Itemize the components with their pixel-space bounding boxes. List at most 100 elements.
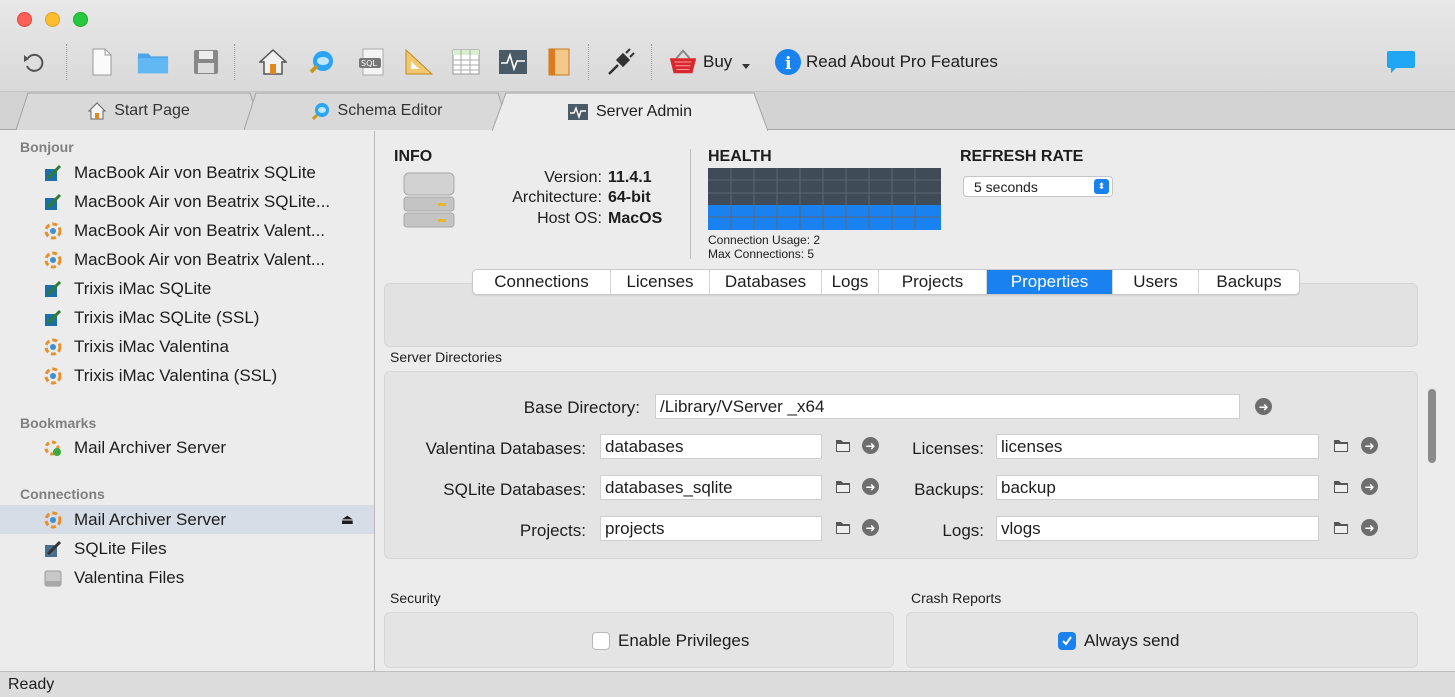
folder-icon[interactable] bbox=[835, 521, 851, 535]
subtab-logs[interactable]: Logs bbox=[822, 270, 879, 294]
enable-privileges-checkbox[interactable]: Enable Privileges bbox=[592, 631, 749, 651]
info-icon[interactable]: i bbox=[772, 44, 804, 80]
new-file-icon[interactable] bbox=[86, 44, 118, 80]
save-icon[interactable] bbox=[190, 44, 222, 80]
diagram-icon[interactable] bbox=[403, 44, 435, 80]
sidebar-item-bonjour[interactable]: Trixis iMac Valentina bbox=[0, 332, 374, 361]
go-arrow-icon[interactable]: ➜ bbox=[1255, 398, 1272, 415]
sidebar-item-label: Mail Archiver Server bbox=[74, 509, 227, 529]
subtab-properties[interactable]: Properties bbox=[987, 270, 1113, 294]
tab-schema-editor[interactable]: Schema Editor bbox=[244, 92, 510, 130]
enable-privileges-label: Enable Privileges bbox=[618, 631, 750, 650]
sidebar-item-bonjour[interactable]: Trixis iMac SQLite (SSL) bbox=[0, 303, 374, 332]
subtab-licenses[interactable]: Licenses bbox=[611, 270, 710, 294]
sidebar-item-label: MacBook Air von Beatrix Valent... bbox=[74, 249, 326, 269]
sidebar-section-connections: Connections bbox=[20, 486, 105, 502]
plug-icon[interactable] bbox=[605, 44, 637, 80]
server-admin-panel: INFO Version: 11.4.1 Architecture: 64-bi… bbox=[376, 131, 1455, 671]
subtab-users[interactable]: Users bbox=[1113, 270, 1199, 294]
valentina-icon bbox=[44, 338, 62, 356]
host-os-label: Host OS: bbox=[537, 210, 602, 227]
go-arrow-icon[interactable]: ➜ bbox=[1361, 478, 1378, 495]
home-icon[interactable] bbox=[257, 44, 289, 80]
sidebar-item-bonjour[interactable]: MacBook Air von Beatrix Valent... bbox=[0, 216, 374, 245]
scrollbar-thumb[interactable] bbox=[1428, 389, 1436, 463]
vertical-scrollbar[interactable] bbox=[1421, 327, 1441, 663]
valentina-icon bbox=[44, 222, 62, 240]
subtab-projects[interactable]: Projects bbox=[879, 270, 987, 294]
sidebar-section-bookmarks: Bookmarks bbox=[20, 415, 97, 431]
chevron-down-icon[interactable] bbox=[742, 64, 750, 69]
sidebar-item-label: MacBook Air von Beatrix SQLite bbox=[74, 162, 316, 182]
subtab-connections[interactable]: Connections bbox=[473, 270, 611, 294]
zoom-window-button[interactable] bbox=[73, 12, 88, 27]
folder-icon[interactable] bbox=[137, 44, 169, 80]
sidebar-item-label: SQLite Files bbox=[74, 538, 167, 558]
version-value: 11.4.1 bbox=[608, 169, 652, 186]
sidebar-item-bonjour[interactable]: MacBook Air von Beatrix Valent... bbox=[0, 245, 374, 274]
sidebar-section-bonjour: Bonjour bbox=[20, 139, 74, 155]
sidebar-item-label: MacBook Air von Beatrix Valent... bbox=[74, 220, 326, 240]
licenses-label: Licenses: bbox=[912, 439, 984, 458]
undo-icon[interactable] bbox=[18, 44, 50, 80]
tab-label: Schema Editor bbox=[337, 102, 443, 119]
sidebar-item-bookmark[interactable]: Mail Archiver Server bbox=[0, 433, 374, 462]
sidebar-item-label: Trixis iMac SQLite bbox=[74, 278, 212, 298]
backups-field[interactable]: backup bbox=[996, 475, 1319, 500]
always-send-checkbox[interactable]: Always send bbox=[1058, 631, 1179, 651]
sidebar-item-connection[interactable]: SQLite Files bbox=[0, 534, 374, 563]
sidebar-item-connection-selected[interactable]: Mail Archiver Server ⏏ bbox=[0, 505, 374, 534]
sqlite-icon bbox=[44, 309, 62, 327]
valentina-icon bbox=[44, 367, 62, 385]
subtab-backups[interactable]: Backups bbox=[1199, 270, 1299, 294]
folder-icon[interactable] bbox=[1333, 521, 1349, 535]
eject-icon[interactable]: ⏏ bbox=[341, 511, 354, 528]
tab-server-admin[interactable]: Server Admin bbox=[492, 92, 768, 131]
go-arrow-icon[interactable]: ➜ bbox=[1361, 437, 1378, 454]
sidebar-item-label: MacBook Air von Beatrix SQLite... bbox=[74, 191, 331, 211]
book-icon[interactable] bbox=[543, 44, 575, 80]
chat-icon[interactable] bbox=[1385, 44, 1417, 80]
svg-text:i: i bbox=[785, 54, 792, 74]
sidebar-item-bonjour[interactable]: Trixis iMac SQLite bbox=[0, 274, 374, 303]
valentina-databases-field[interactable]: databases bbox=[600, 434, 822, 459]
base-directory-field[interactable]: /Library/VServer _x64 bbox=[655, 394, 1240, 419]
sidebar-item-bonjour[interactable]: Trixis iMac Valentina (SSL) bbox=[0, 361, 374, 390]
schema-icon[interactable] bbox=[306, 44, 338, 80]
sidebar-item-label: Trixis iMac Valentina (SSL) bbox=[74, 365, 278, 385]
refresh-rate-select[interactable]: 5 seconds ⬍ bbox=[963, 176, 1113, 197]
tab-start-page[interactable]: Start Page bbox=[16, 92, 262, 130]
licenses-field[interactable]: licenses bbox=[996, 434, 1319, 459]
buy-button[interactable]: Buy bbox=[703, 52, 732, 72]
sidebar-item-bonjour[interactable]: MacBook Air von Beatrix SQLite bbox=[0, 158, 374, 187]
folder-icon[interactable] bbox=[835, 439, 851, 453]
sql-icon[interactable]: SQL bbox=[356, 44, 388, 80]
folder-icon[interactable] bbox=[835, 480, 851, 494]
sidebar-item-label: Trixis iMac SQLite (SSL) bbox=[74, 307, 260, 327]
health-heading: HEALTH bbox=[708, 148, 772, 165]
logs-label: Logs: bbox=[942, 521, 984, 540]
pro-features-link[interactable]: Read About Pro Features bbox=[806, 52, 998, 72]
sidebar-item-connection[interactable]: Valentina Files bbox=[0, 563, 374, 592]
server-admin-icon[interactable] bbox=[497, 44, 529, 80]
folder-icon[interactable] bbox=[1333, 480, 1349, 494]
subtab-databases[interactable]: Databases bbox=[710, 270, 822, 294]
always-send-label: Always send bbox=[1084, 631, 1180, 650]
server-icon bbox=[402, 171, 456, 234]
backups-label: Backups: bbox=[914, 480, 984, 499]
folder-icon[interactable] bbox=[1333, 439, 1349, 453]
logs-field[interactable]: vlogs bbox=[996, 516, 1319, 541]
sidebar-item-bonjour[interactable]: MacBook Air von Beatrix SQLite... bbox=[0, 187, 374, 216]
sidebar-item-label: Valentina Files bbox=[74, 567, 185, 587]
sqlite-databases-field[interactable]: databases_sqlite bbox=[600, 475, 822, 500]
projects-label: Projects: bbox=[519, 521, 586, 540]
sqlite-databases-label: SQLite Databases: bbox=[443, 480, 586, 499]
go-arrow-icon[interactable]: ➜ bbox=[1361, 519, 1378, 536]
projects-field[interactable]: projects bbox=[600, 516, 822, 541]
chevron-updown-icon: ⬍ bbox=[1094, 179, 1109, 194]
basket-icon[interactable] bbox=[667, 44, 699, 80]
valentina-icon bbox=[44, 251, 62, 269]
minimize-window-button[interactable] bbox=[45, 12, 60, 27]
table-icon[interactable] bbox=[450, 44, 482, 80]
close-window-button[interactable] bbox=[17, 12, 32, 27]
